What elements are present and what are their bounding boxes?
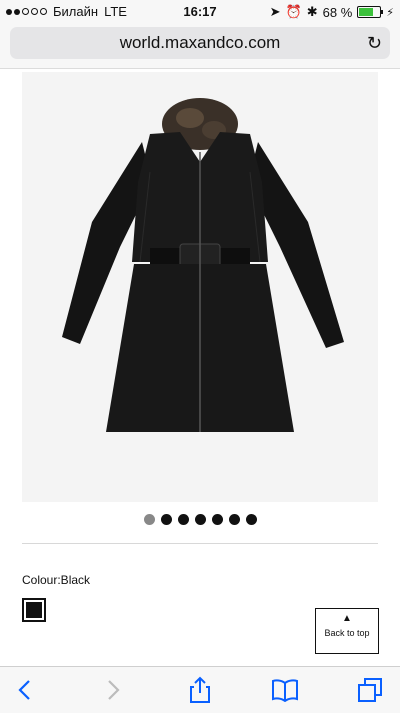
bookmarks-button[interactable] xyxy=(270,675,300,705)
product-image[interactable] xyxy=(22,72,378,502)
status-bar: Билайн LTE 16:17 ➤ ⏰ ✱ 68 % ⚡ xyxy=(0,0,400,24)
tabs-icon xyxy=(358,678,382,702)
battery-icon xyxy=(357,6,384,18)
charging-icon: ⚡ xyxy=(386,6,394,19)
divider xyxy=(22,543,378,544)
alarm-icon: ⏰ xyxy=(285,4,302,19)
forward-button[interactable] xyxy=(98,675,128,705)
book-icon xyxy=(272,679,298,702)
colour-label: Colour:Black xyxy=(22,573,91,587)
browser-header: world.maxandco.com ↻ xyxy=(0,24,400,69)
chevron-right-icon xyxy=(108,680,120,700)
swatch-fill xyxy=(26,602,42,618)
carousel-dot[interactable] xyxy=(228,514,240,525)
battery-percent: 68 % xyxy=(322,4,353,20)
address-bar[interactable]: world.maxandco.com ↻ xyxy=(10,27,390,59)
status-right: ➤ ⏰ ✱ 68 % ⚡ xyxy=(270,4,394,20)
carousel-dot[interactable] xyxy=(143,514,155,525)
carousel-dot[interactable] xyxy=(211,514,223,525)
location-icon: ➤ xyxy=(269,4,281,19)
up-arrow-icon: ▲ xyxy=(342,613,352,624)
carousel-dot[interactable] xyxy=(194,514,206,525)
browser-toolbar xyxy=(0,666,400,713)
back-to-top-button[interactable]: ▲ Back to top xyxy=(315,608,379,654)
reload-icon[interactable]: ↻ xyxy=(367,33,382,54)
bluetooth-icon: ✱ xyxy=(306,4,318,19)
share-icon xyxy=(190,676,210,703)
url-text: world.maxandco.com xyxy=(119,33,281,52)
colour-swatch-black[interactable] xyxy=(22,598,46,622)
share-button[interactable] xyxy=(185,675,215,705)
carousel-dot[interactable] xyxy=(245,514,257,525)
tabs-button[interactable] xyxy=(355,675,385,705)
back-button[interactable] xyxy=(10,675,40,705)
battery-fill xyxy=(359,8,373,16)
back-to-top-label: Back to top xyxy=(324,628,370,638)
image-carousel-dots xyxy=(0,514,400,525)
carousel-dot[interactable] xyxy=(160,514,172,525)
chevron-left-icon xyxy=(18,680,30,700)
carousel-dot[interactable] xyxy=(177,514,189,525)
coat-image xyxy=(62,98,344,432)
